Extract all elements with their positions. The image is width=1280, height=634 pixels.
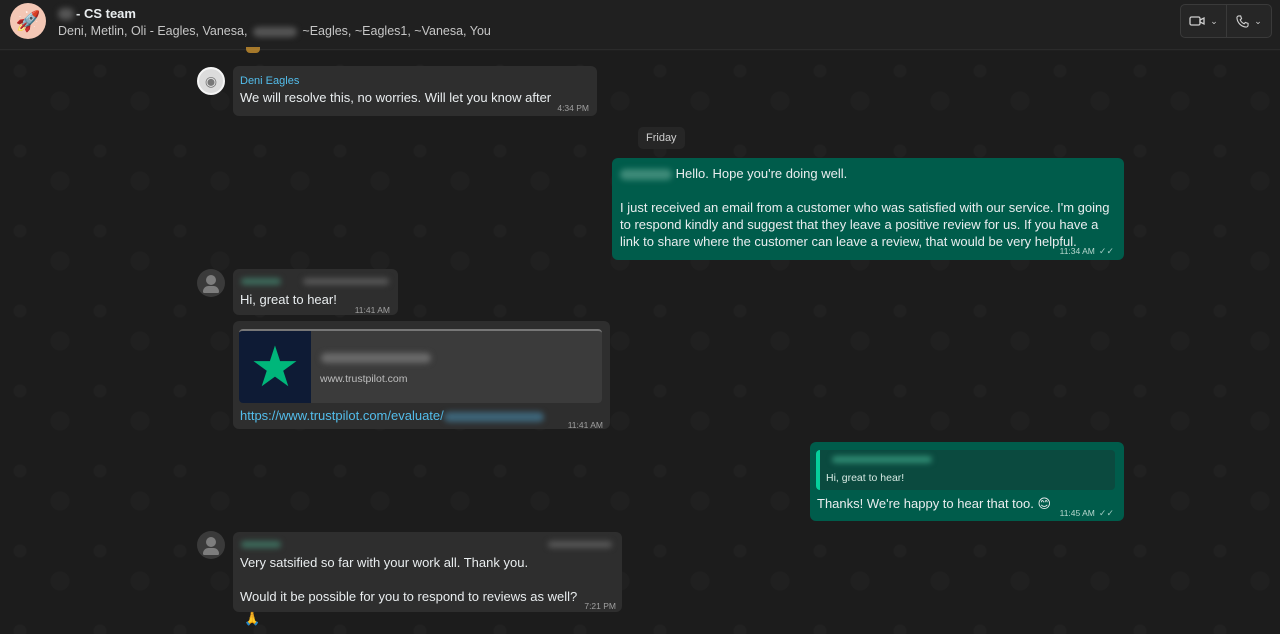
blurred-preview-title xyxy=(321,353,431,363)
chat-header: 🚀 - CS team Deni, Metlin, Oli - Eagles, … xyxy=(0,0,1280,50)
blurred-sender xyxy=(241,541,281,548)
blurred-name xyxy=(58,7,74,20)
link-preview[interactable]: ★ www.trustpilot.com xyxy=(239,329,602,403)
blurred-name xyxy=(620,169,672,181)
trustpilot-star-icon: ★ xyxy=(239,331,311,403)
voice-call-button[interactable]: ⌄ xyxy=(1226,5,1271,37)
chevron-down-icon: ⌄ xyxy=(1254,15,1262,26)
rocket-icon: 🚀 xyxy=(15,10,41,33)
message-time: 11:34 AM ✓✓ xyxy=(1060,243,1114,260)
message-bubble[interactable]: ★ www.trustpilot.com https://www.trustpi… xyxy=(233,321,610,430)
call-controls: ⌄ ⌄ xyxy=(1180,4,1272,38)
message-time: 11:41 AM xyxy=(567,420,603,430)
greeting-line: Hello. Hope you're doing well. xyxy=(620,165,847,182)
message-bubble[interactable]: Hi, great to hear! 11:41 AM xyxy=(233,269,398,315)
profile-picture-icon: ◉ xyxy=(204,72,218,89)
message-text: I just received an email from a customer… xyxy=(620,200,1110,249)
message-bubble[interactable]: Hello. Hope you're doing well. I just re… xyxy=(612,158,1124,260)
chevron-down-icon: ⌄ xyxy=(1210,15,1218,26)
blurred-member xyxy=(252,26,297,37)
date-separator: Friday xyxy=(638,127,685,149)
chat-title-text: - CS team xyxy=(76,6,136,21)
blurred-quoted-sender xyxy=(832,456,932,463)
time-text: 11:45 AM xyxy=(1059,508,1095,518)
video-camera-icon xyxy=(1189,16,1205,26)
message-link[interactable]: https://www.trustpilot.com/evaluate/ xyxy=(240,408,444,423)
quoted-text: Hi, great to hear! xyxy=(826,472,905,484)
chat-title[interactable]: - CS team xyxy=(58,6,136,21)
message-bubble[interactable]: Very satsified so far with your work all… xyxy=(233,532,622,612)
message-text: We will resolve this, no worries. Will l… xyxy=(240,90,552,105)
chat-members: Deni, Metlin, Oli - Eagles, Vanesa, ~Eag… xyxy=(58,24,491,38)
date-label: Friday xyxy=(646,132,677,144)
preview-domain: www.trustpilot.com xyxy=(320,373,408,385)
quoted-message[interactable]: Hi, great to hear! xyxy=(816,450,1115,490)
link-line: https://www.trustpilot.com/evaluate/ xyxy=(240,407,544,424)
phone-icon xyxy=(1236,14,1249,28)
reaction-badge[interactable]: 🙏 xyxy=(244,611,260,627)
avatar[interactable]: ◉ xyxy=(197,67,225,95)
avatar[interactable] xyxy=(197,269,225,297)
message-text: Thanks! We're happy to hear that too. 😊 xyxy=(817,496,1052,511)
message-bubble[interactable]: Hi, great to hear! Thanks! We're happy t… xyxy=(810,442,1124,521)
blurred-link-tail xyxy=(443,411,544,422)
message-time: 4:34 PM xyxy=(557,103,589,113)
message-text: Hello. Hope you're doing well. xyxy=(675,166,848,181)
partial-reaction xyxy=(246,47,260,53)
folded-hands-icon: 🙏 xyxy=(244,611,261,626)
message-time: 11:45 AM ✓✓ xyxy=(1060,505,1114,522)
message-text: Very satsified so far with your work all… xyxy=(240,555,529,570)
double-check-icon: ✓✓ xyxy=(1098,508,1114,518)
message-time: 7:21 PM xyxy=(584,601,616,611)
message-time: 11:41 AM xyxy=(354,305,390,315)
double-check-icon: ✓✓ xyxy=(1098,246,1114,256)
blurred-sender xyxy=(241,278,281,285)
blurred-phone xyxy=(548,541,612,548)
group-avatar[interactable]: 🚀 xyxy=(10,3,46,39)
message-text: Would it be possible for you to respond … xyxy=(240,589,578,604)
message-bubble[interactable]: Deni Eagles We will resolve this, no wor… xyxy=(233,66,597,116)
members-text-2: ~Eagles, ~Eagles1, ~Vanesa, You xyxy=(302,24,491,38)
sender-name[interactable]: Deni Eagles xyxy=(240,73,299,90)
blurred-phone xyxy=(303,278,389,285)
message-text: Hi, great to hear! xyxy=(240,292,337,307)
message-list[interactable]: ◉ Deni Eagles We will resolve this, no w… xyxy=(0,47,1280,634)
members-text-1: Deni, Metlin, Oli - Eagles, Vanesa, xyxy=(58,24,248,38)
video-call-button[interactable]: ⌄ xyxy=(1181,5,1226,37)
time-text: 11:34 AM xyxy=(1059,246,1095,256)
avatar[interactable] xyxy=(197,531,225,559)
